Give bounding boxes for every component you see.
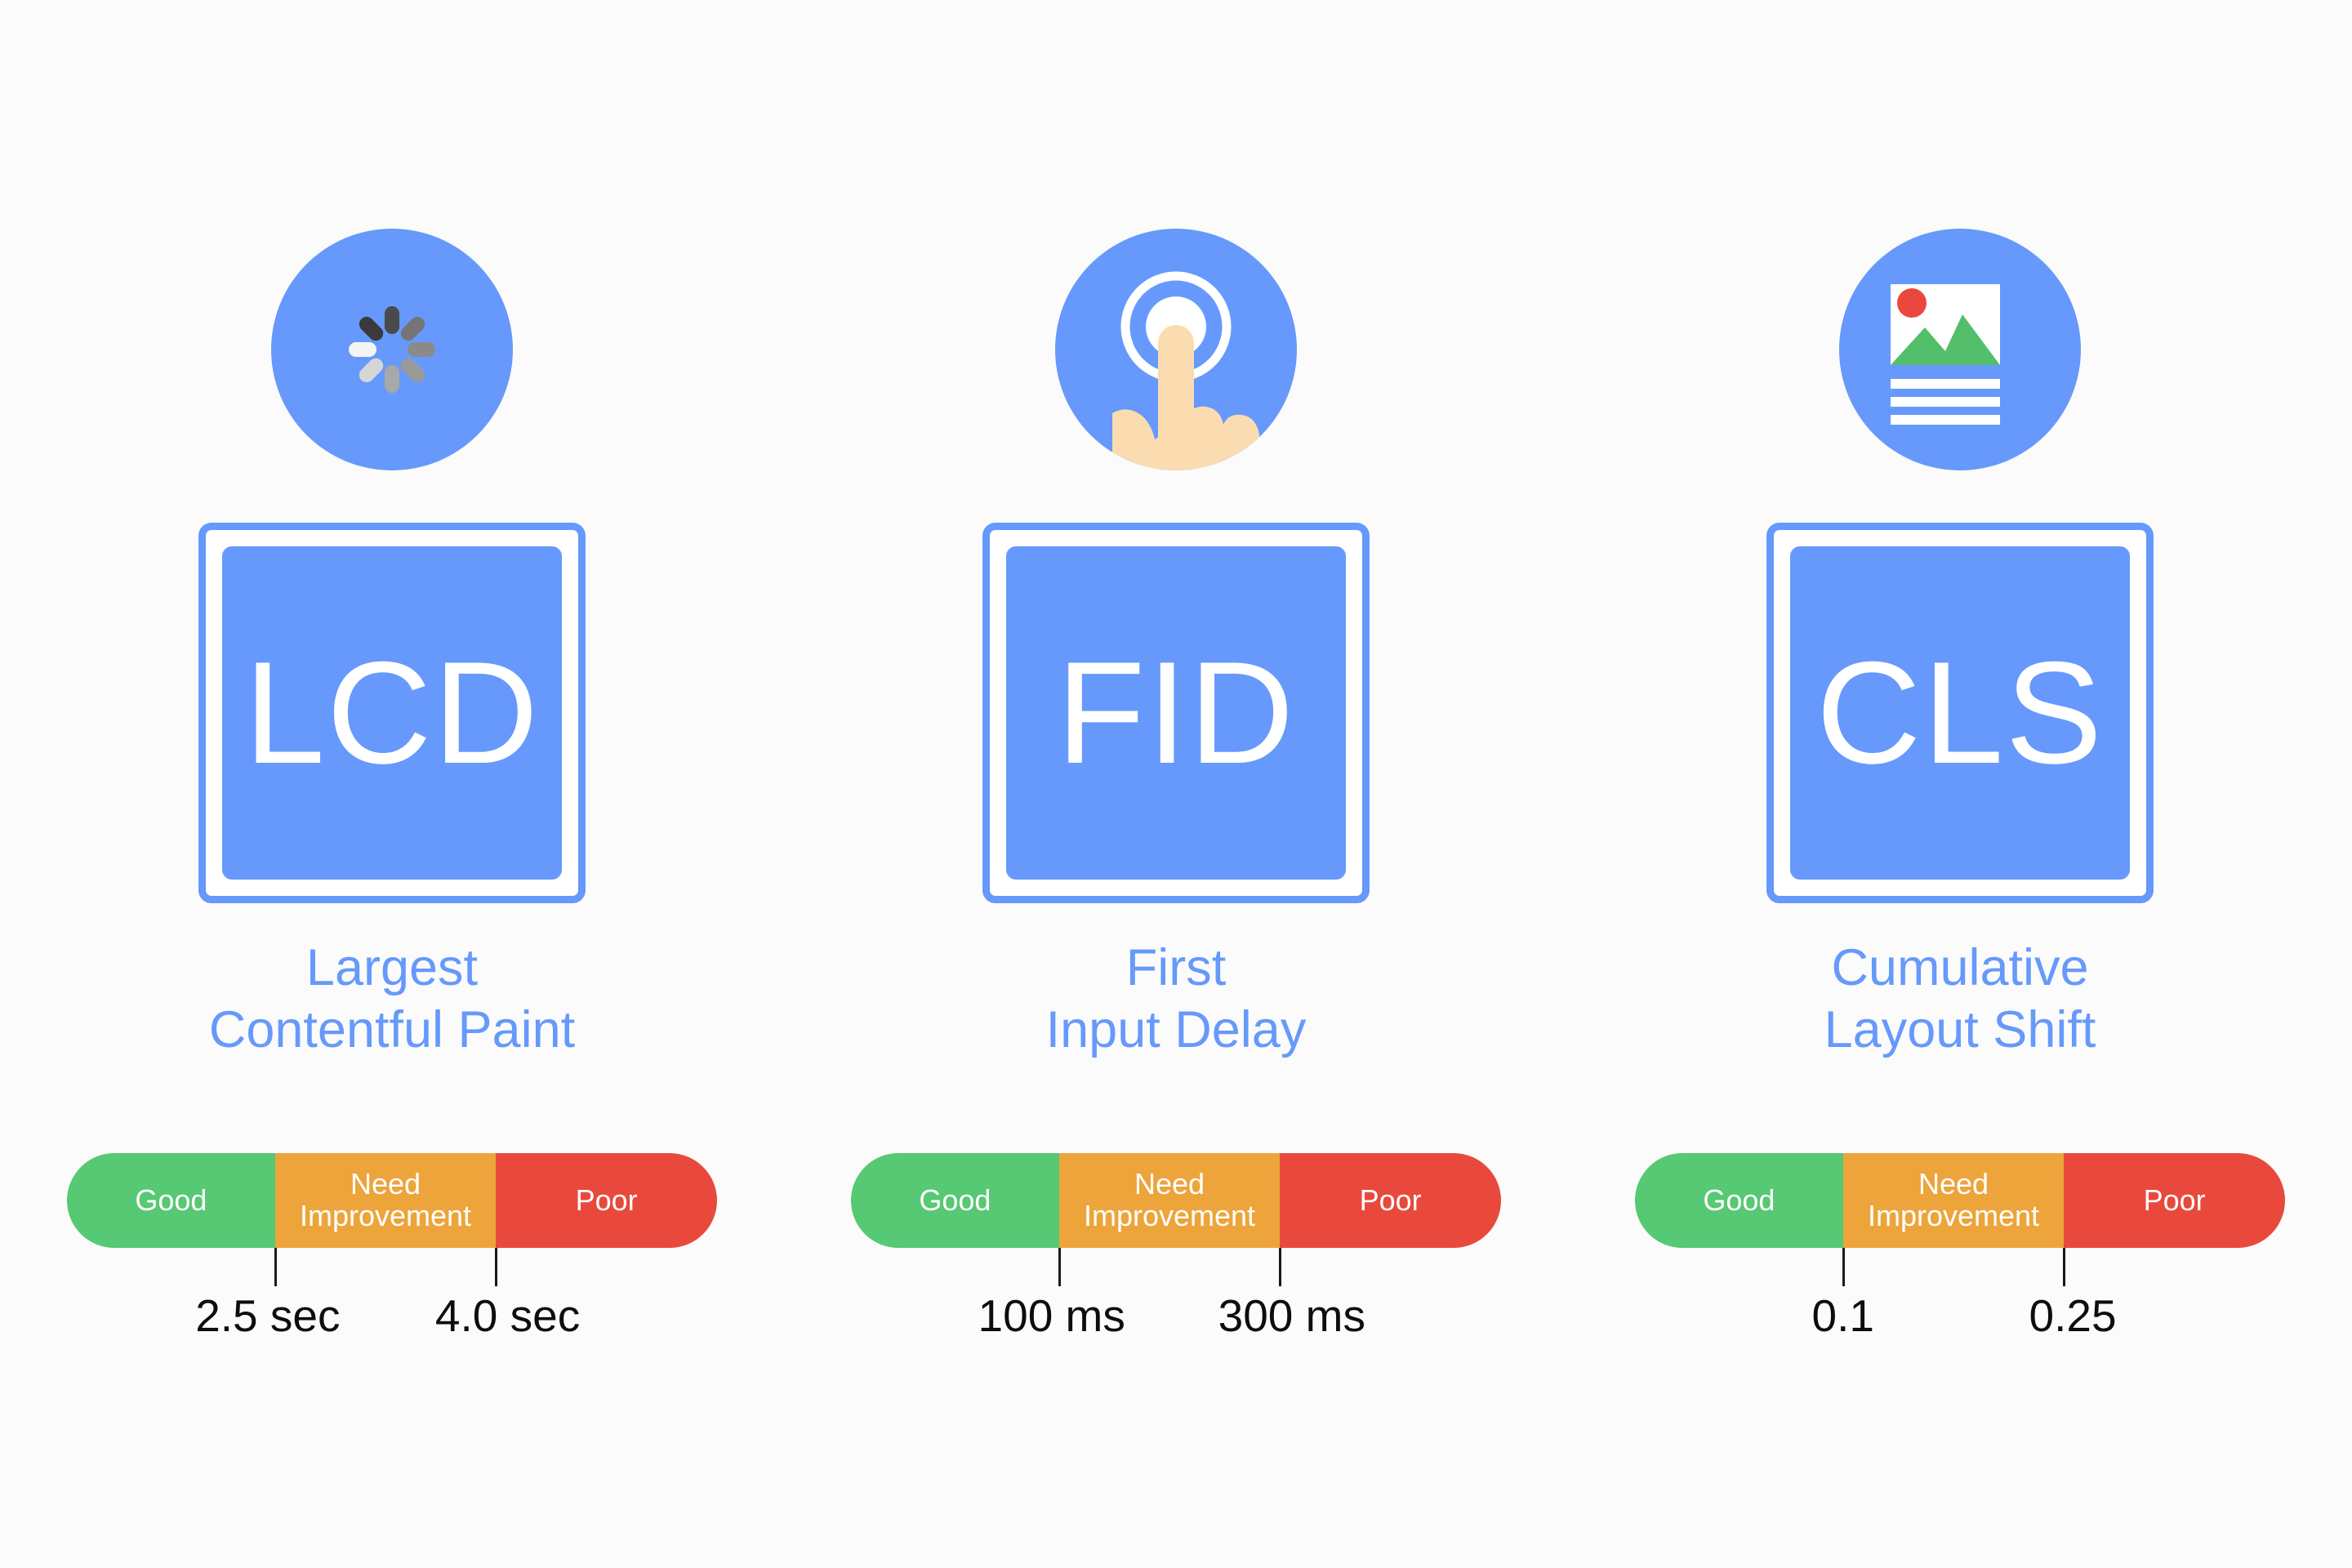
segment-need-label-line2: Improvement xyxy=(299,1199,472,1232)
infographic-canvas: LCD Largest Contentful Paint Good Need I… xyxy=(0,0,2352,1568)
tick-mark-2 xyxy=(1279,1248,1282,1286)
segment-need-label: Need Improvement xyxy=(299,1167,472,1232)
metrics-row: LCD Largest Contentful Paint Good Need I… xyxy=(0,0,2352,1568)
threshold-value-1: 0.1 xyxy=(1811,1290,1874,1341)
metric-square-lcd: LCD xyxy=(198,523,586,903)
threshold-ticks: 0.1 0.25 xyxy=(1635,1248,2285,1370)
metric-column-lcd: LCD Largest Contentful Paint Good Need I… xyxy=(0,0,784,1568)
image-article-icon xyxy=(1839,229,2081,470)
segment-need-label-line2: Improvement xyxy=(1867,1199,2040,1232)
segment-poor: Poor xyxy=(1280,1153,1501,1248)
segment-need-label: Need Improvement xyxy=(1867,1167,2040,1232)
threshold-ticks: 100 ms 300 ms xyxy=(851,1248,1501,1370)
loading-spinner-icon xyxy=(271,229,513,470)
caption-line-2: Layout Shift xyxy=(1824,1000,2096,1058)
segment-need-label-line2: Improvement xyxy=(1083,1199,1256,1232)
metric-column-fid: FID First Input Delay Good Need Improvem… xyxy=(784,0,1568,1568)
segment-need-improvement: Need Improvement xyxy=(1842,1153,2065,1248)
metric-abbreviation: CLS xyxy=(1815,631,2105,794)
tick-mark-2 xyxy=(2063,1248,2066,1286)
segment-poor: Poor xyxy=(496,1153,717,1248)
threshold-value-2: 0.25 xyxy=(2029,1290,2117,1341)
metric-square-fill: CLS xyxy=(1790,546,2130,880)
threshold-value-1: 100 ms xyxy=(978,1290,1125,1341)
caption-line-1: First xyxy=(1125,939,1227,996)
threshold-value-1: 2.5 sec xyxy=(195,1290,341,1341)
segment-need-label: Need Improvement xyxy=(1083,1167,1256,1232)
threshold-value-2: 4.0 sec xyxy=(434,1290,581,1341)
metric-abbreviation: FID xyxy=(1056,631,1296,794)
segment-need-improvement: Need Improvement xyxy=(274,1153,497,1248)
segment-poor: Poor xyxy=(2064,1153,2285,1248)
segment-poor-label: Poor xyxy=(575,1183,638,1217)
caption-line-1: Cumulative xyxy=(1831,939,2089,996)
metric-abbreviation: LCD xyxy=(243,631,541,794)
tick-mark-2 xyxy=(495,1248,498,1286)
metric-square-fill: FID xyxy=(1006,546,1346,880)
tick-mark-1 xyxy=(1842,1248,1845,1286)
threshold-bar-lcd: Good Need Improvement Poor 2.5 sec 4.0 s… xyxy=(67,1153,717,1370)
segment-need-improvement: Need Improvement xyxy=(1058,1153,1281,1248)
metric-caption-cls: Cumulative Layout Shift xyxy=(1568,938,2352,1061)
segment-good: Good xyxy=(1635,1153,1843,1248)
rating-bar: Good Need Improvement Poor xyxy=(1635,1153,2285,1248)
threshold-bar-cls: Good Need Improvement Poor 0.1 0.25 xyxy=(1635,1153,2285,1370)
threshold-ticks: 2.5 sec 4.0 sec xyxy=(67,1248,717,1370)
metric-caption-fid: First Input Delay xyxy=(784,938,1568,1061)
rating-bar: Good Need Improvement Poor xyxy=(851,1153,1501,1248)
rating-bar: Good Need Improvement Poor xyxy=(67,1153,717,1248)
metric-column-cls: CLS Cumulative Layout Shift Good Need Im… xyxy=(1568,0,2352,1568)
segment-poor-label: Poor xyxy=(2143,1183,2206,1217)
metric-square-fid: FID xyxy=(982,523,1370,903)
segment-need-label-line1: Need xyxy=(1134,1167,1205,1201)
threshold-value-2: 300 ms xyxy=(1218,1290,1365,1341)
caption-line-2: Contentful Paint xyxy=(208,1000,576,1058)
metric-square-cls: CLS xyxy=(1766,523,2154,903)
tick-mark-1 xyxy=(1058,1248,1061,1286)
tap-gesture-icon xyxy=(1055,229,1297,470)
segment-good: Good xyxy=(67,1153,275,1248)
segment-good-label: Good xyxy=(919,1183,991,1217)
caption-line-1: Largest xyxy=(305,939,479,996)
metric-caption-lcd: Largest Contentful Paint xyxy=(0,938,784,1061)
segment-good-label: Good xyxy=(1703,1183,1775,1217)
segment-good-label: Good xyxy=(135,1183,207,1217)
segment-good: Good xyxy=(851,1153,1059,1248)
segment-poor-label: Poor xyxy=(1359,1183,1422,1217)
caption-line-2: Input Delay xyxy=(1045,1000,1307,1058)
metric-square-fill: LCD xyxy=(222,546,562,880)
segment-need-label-line1: Need xyxy=(1918,1167,1989,1201)
threshold-bar-fid: Good Need Improvement Poor 100 ms 300 ms xyxy=(851,1153,1501,1370)
tick-mark-1 xyxy=(274,1248,277,1286)
segment-need-label-line1: Need xyxy=(350,1167,421,1201)
